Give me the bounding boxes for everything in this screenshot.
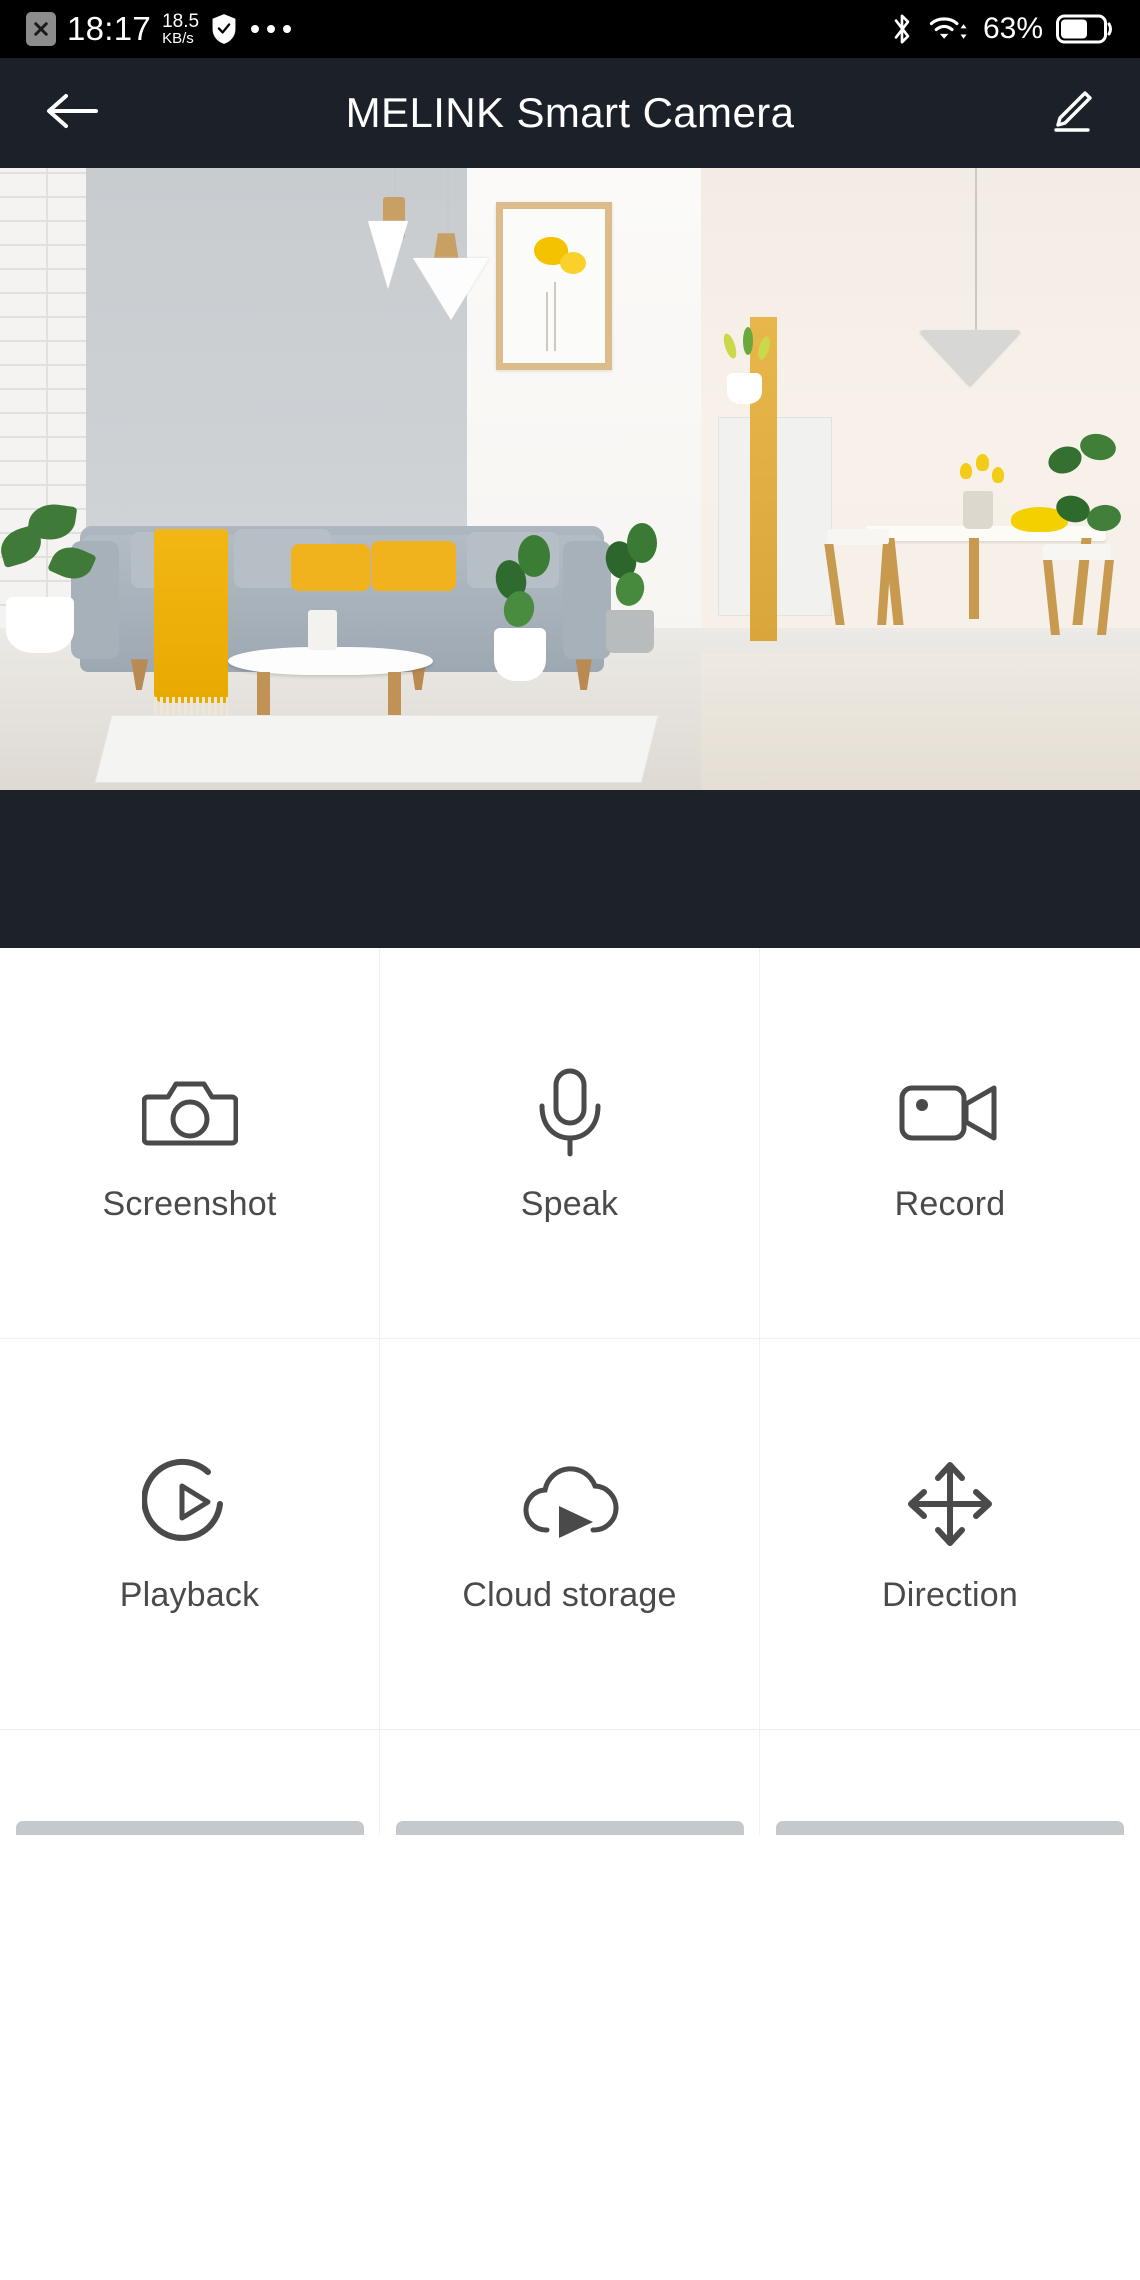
- control-row-3-loading: [0, 1730, 1140, 1835]
- control-row-1: Screenshot Speak Record: [0, 948, 1140, 1339]
- cloud-play-icon: [515, 1454, 625, 1554]
- control-cloud-storage[interactable]: Cloud storage: [380, 1339, 760, 1729]
- camera-scene: [0, 168, 1140, 790]
- app-bar: MELINK Smart Camera: [0, 58, 1140, 168]
- live-video-feed[interactable]: [0, 168, 1140, 790]
- control-grid: Screenshot Speak Record Playback Cloud s…: [0, 948, 1140, 1835]
- battery-percent: 63%: [982, 12, 1043, 45]
- battery-icon: [1056, 13, 1114, 45]
- status-bar-left: 18:17 18.5 KB/s: [26, 10, 293, 48]
- wifi-icon: [928, 12, 970, 46]
- more-dots-icon: [249, 23, 293, 35]
- control-label: Record: [894, 1184, 1006, 1223]
- control-playback[interactable]: Playback: [0, 1339, 380, 1729]
- video-letterbox: [0, 790, 1140, 948]
- control-direction[interactable]: Direction: [760, 1339, 1140, 1729]
- network-speed: 18.5 KB/s: [162, 10, 200, 48]
- loading-cell[interactable]: [380, 1730, 760, 1835]
- control-label: Speak: [520, 1184, 619, 1223]
- control-label: Playback: [119, 1575, 260, 1614]
- microphone-icon: [528, 1063, 612, 1163]
- control-label: Screenshot: [102, 1184, 277, 1223]
- loading-cell[interactable]: [0, 1730, 380, 1835]
- loading-placeholder-bar: [15, 1821, 364, 1835]
- control-label: Cloud storage: [462, 1575, 677, 1614]
- pencil-edit-icon: [1048, 87, 1096, 140]
- back-arrow-icon: [44, 90, 100, 137]
- control-row-2: Playback Cloud storage Direction: [0, 1339, 1140, 1730]
- control-label: Direction: [882, 1575, 1018, 1614]
- video-camera-icon: [898, 1063, 1002, 1163]
- control-record[interactable]: Record: [760, 948, 1140, 1338]
- control-screenshot[interactable]: Screenshot: [0, 948, 380, 1338]
- network-speed-value: 18.5: [162, 10, 200, 32]
- four-direction-arrows-icon: [904, 1454, 996, 1554]
- loading-cell[interactable]: [760, 1730, 1140, 1835]
- loading-placeholder-bar: [776, 1821, 1124, 1835]
- camera-icon: [141, 1063, 238, 1163]
- status-bar: 18:17 18.5 KB/s 63%: [0, 0, 1140, 58]
- sim-card-off-icon: [26, 12, 56, 46]
- back-button[interactable]: [44, 90, 100, 137]
- page-title: MELINK Smart Camera: [345, 89, 795, 136]
- video-player[interactable]: [0, 168, 1140, 948]
- control-speak[interactable]: Speak: [380, 948, 760, 1338]
- status-bar-right: 63%: [889, 11, 1114, 47]
- bluetooth-icon: [889, 11, 915, 47]
- status-bar-time: 18:17: [67, 10, 152, 47]
- edit-button[interactable]: [1048, 87, 1096, 140]
- playback-circle-play-icon: [141, 1454, 238, 1554]
- shield-check-icon: [210, 13, 238, 45]
- loading-placeholder-bar: [395, 1821, 744, 1835]
- network-speed-unit: KB/s: [162, 30, 194, 48]
